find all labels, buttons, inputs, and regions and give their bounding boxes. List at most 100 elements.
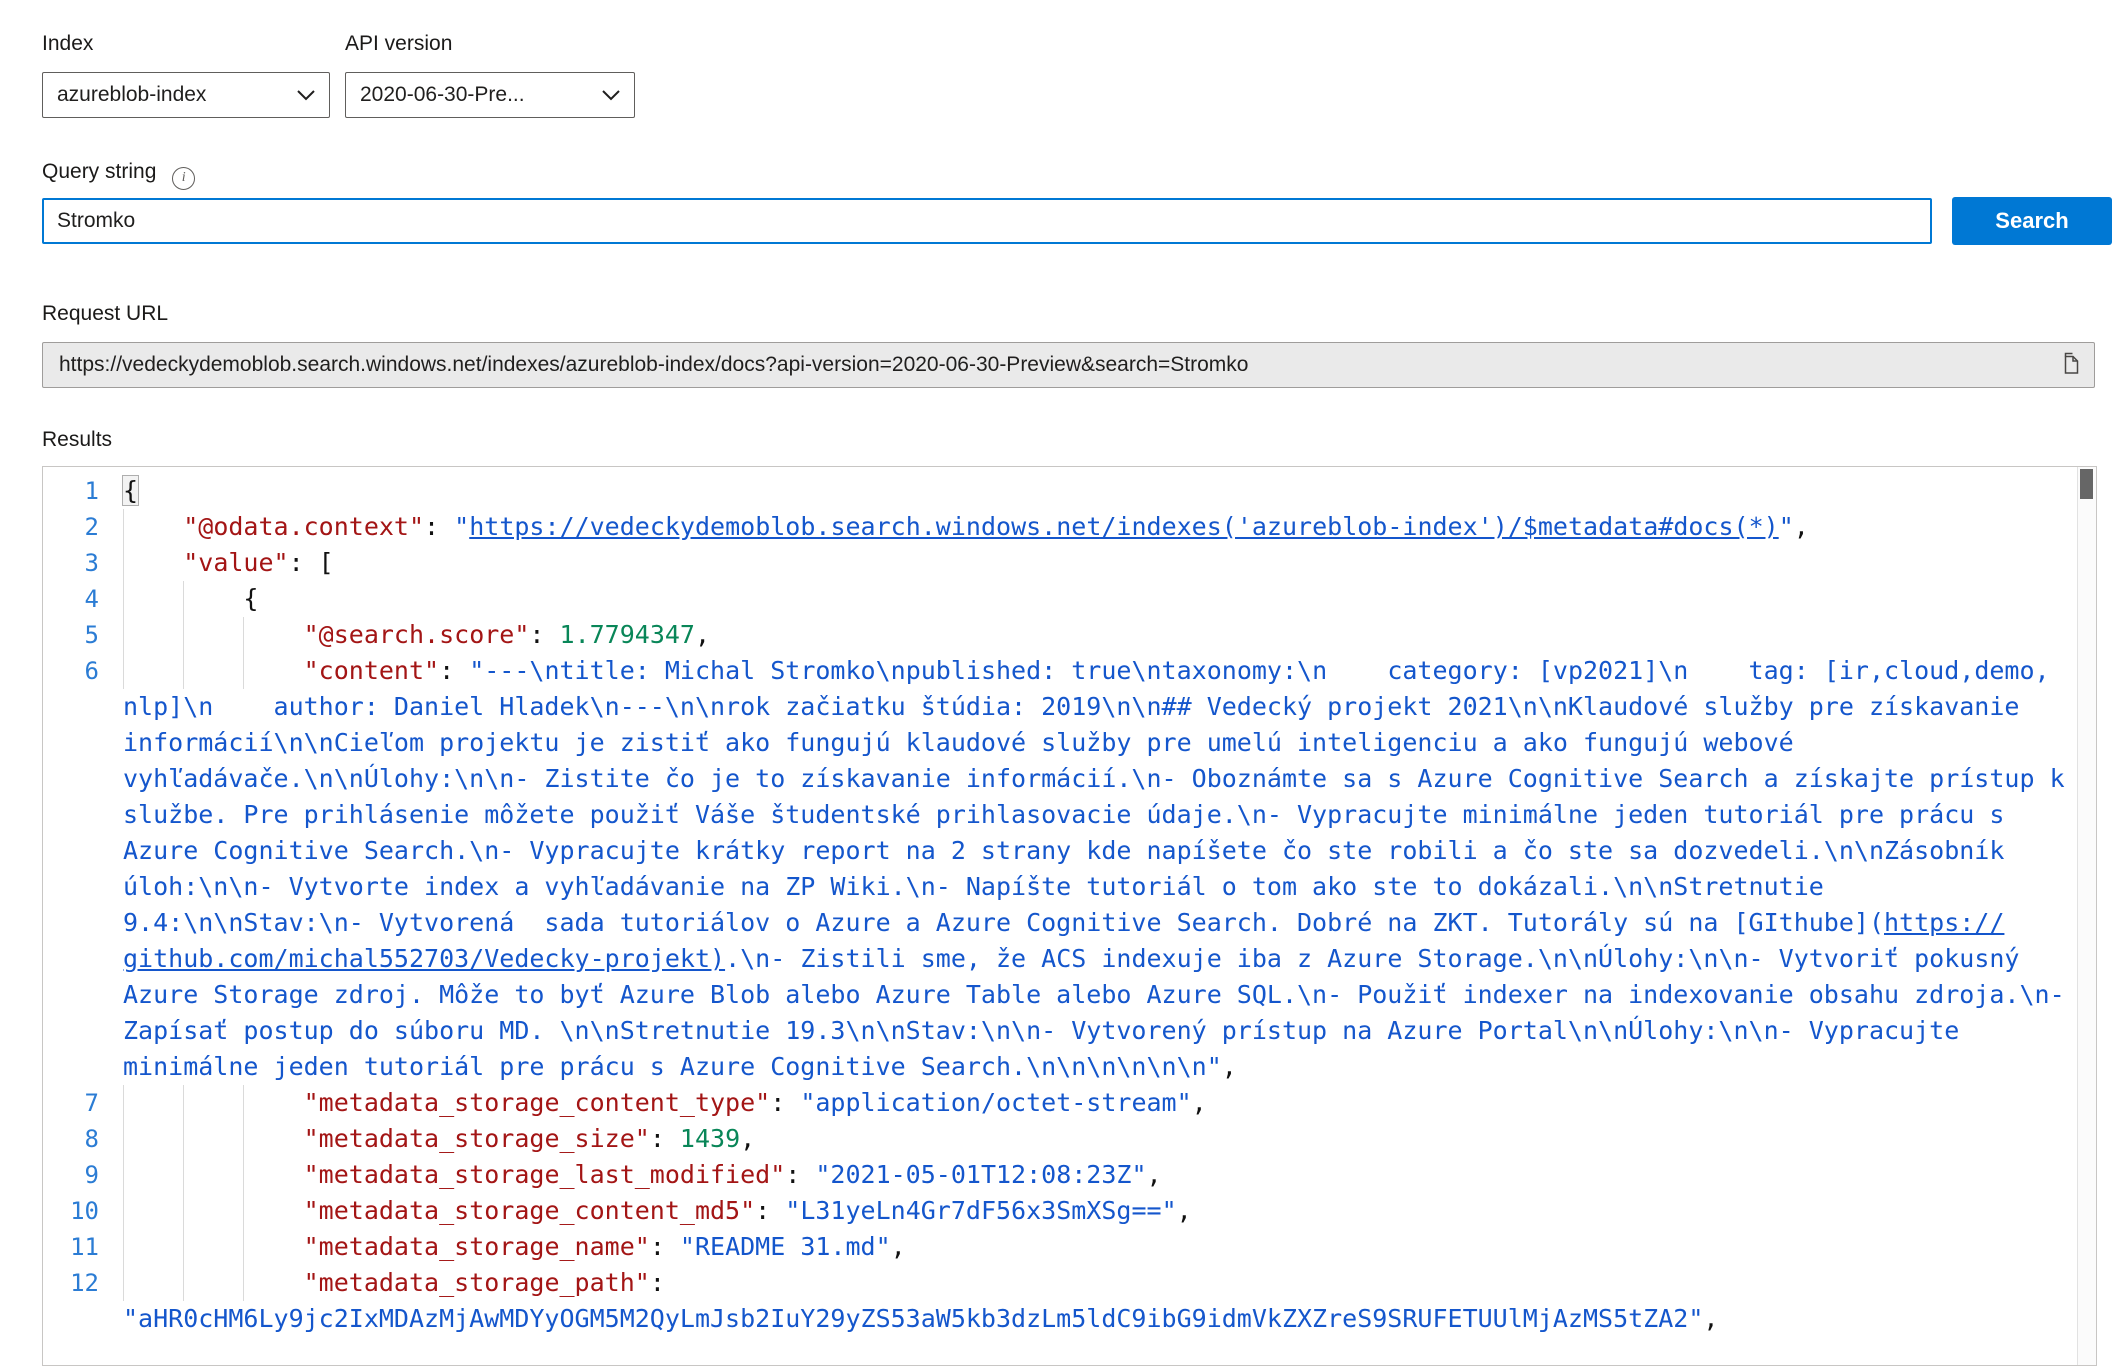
results-panel: 1{2 "@odata.context": "https://vedeckyde… (42, 466, 2097, 1366)
code-token: : (650, 1268, 680, 1297)
code-line: 1{ (43, 473, 2078, 509)
code-link[interactable]: https://vedeckydemoblob.search.windows.n… (469, 512, 1778, 541)
indent-guide (123, 1085, 124, 1121)
indent-guide (123, 653, 124, 689)
vertical-scrollbar[interactable] (2077, 467, 2096, 1365)
copy-icon (2060, 352, 2081, 380)
code-token: "metadata_storage_name" (123, 1232, 650, 1261)
code-token: , (1147, 1160, 1162, 1189)
indent-guide (243, 1085, 244, 1121)
code-token: , (1703, 1304, 1718, 1333)
code-link[interactable]: https:// (1884, 908, 2004, 937)
code-token: "content" (123, 656, 439, 685)
code-token: "---\ntitle: Michal Stromko\npublished: … (123, 656, 2080, 937)
code-line-content: "content": "---\ntitle: Michal Stromko\n… (123, 653, 2078, 1085)
search-explorer-page: { "form": { "index_label": "Index", "ind… (0, 0, 2124, 1332)
code-token: "README 31.md" (680, 1232, 891, 1261)
results-label: Results (42, 428, 112, 452)
code-line-content: "metadata_storage_content_type": "applic… (123, 1085, 2078, 1121)
code-line: 11 "metadata_storage_name": "README 31.m… (43, 1229, 2078, 1265)
code-line: 10 "metadata_storage_content_md5": "L31y… (43, 1193, 2078, 1229)
code-token: , (695, 620, 710, 649)
code-token: : (439, 656, 469, 685)
indent-guide (243, 1193, 244, 1229)
indent-guide (243, 617, 244, 653)
code-line-content: "metadata_storage_name": "README 31.md", (123, 1229, 2078, 1265)
indent-guide (123, 1193, 124, 1229)
request-url-field[interactable]: https://vedeckydemoblob.search.windows.n… (42, 342, 2095, 388)
api-version-select-value: 2020-06-30-Pre... (360, 83, 525, 107)
code-link[interactable]: github.com/michal552703/Vedecky-projekt) (123, 944, 725, 973)
copy-button[interactable] (2056, 352, 2084, 380)
code-token: : (424, 512, 454, 541)
code-token: "metadata_storage_path" (123, 1268, 650, 1297)
code-token: { (123, 584, 258, 613)
index-label: Index (42, 32, 93, 56)
indent-guide (183, 1121, 184, 1157)
indent-guide (183, 1085, 184, 1121)
code-line-content: "@odata.context": "https://vedeckydemobl… (123, 509, 2078, 545)
code-token: "metadata_storage_last_modified" (123, 1160, 785, 1189)
code-line: 4 { (43, 581, 2078, 617)
code-token: { (123, 476, 138, 505)
code-line-content: "metadata_storage_content_md5": "L31yeLn… (123, 1193, 2078, 1229)
index-select-value: azureblob-index (57, 83, 206, 107)
indent-guide (183, 1193, 184, 1229)
search-button[interactable]: Search (1952, 197, 2112, 245)
code-token: , (1794, 512, 1809, 541)
code-token: "metadata_storage_content_md5" (123, 1196, 755, 1225)
code-token: : (650, 1232, 680, 1261)
line-number: 5 (43, 617, 123, 653)
request-url-label: Request URL (42, 302, 168, 326)
line-number: 9 (43, 1157, 123, 1193)
query-string-label-text: Query string (42, 160, 156, 183)
code-line: 7 "metadata_storage_content_type": "appl… (43, 1085, 2078, 1121)
code-token: "metadata_storage_content_type" (123, 1088, 770, 1117)
indent-guide (123, 581, 124, 617)
code-line-content: "metadata_storage_last_modified": "2021-… (123, 1157, 2078, 1193)
results-code: 1{2 "@odata.context": "https://vedeckyde… (43, 473, 2078, 1337)
code-token: : (529, 620, 559, 649)
indent-guide (123, 509, 124, 545)
request-url-value: https://vedeckydemoblob.search.windows.n… (59, 353, 1248, 377)
query-string-label: Query string i (42, 160, 195, 190)
index-select[interactable]: azureblob-index (42, 72, 330, 118)
code-line: 8 "metadata_storage_size": 1439, (43, 1121, 2078, 1157)
scrollbar-thumb[interactable] (2080, 469, 2093, 499)
code-token: : (785, 1160, 815, 1189)
code-line-content: { (123, 473, 2078, 509)
indent-guide (183, 617, 184, 653)
chevron-down-icon (602, 83, 620, 107)
line-number: 2 (43, 509, 123, 545)
api-version-select[interactable]: 2020-06-30-Pre... (345, 72, 635, 118)
code-token: : (650, 1124, 680, 1153)
code-token: , (891, 1232, 906, 1261)
line-number: 7 (43, 1085, 123, 1121)
code-line: 6 "content": "---\ntitle: Michal Stromko… (43, 653, 2078, 1085)
code-token: , (1222, 1052, 1237, 1081)
code-token: 1.7794347 (560, 620, 695, 649)
code-line-content: "metadata_storage_path": "aHR0cHM6Ly9jc2… (123, 1265, 2078, 1337)
code-token: " (454, 512, 469, 541)
indent-guide (123, 545, 124, 581)
line-number: 12 (43, 1265, 123, 1337)
indent-guide (123, 1265, 124, 1301)
indent-guide (183, 581, 184, 617)
info-icon[interactable]: i (172, 167, 195, 190)
indent-guide (243, 1157, 244, 1193)
code-token: , (1192, 1088, 1207, 1117)
indent-guide (123, 1121, 124, 1157)
code-token: "L31yeLn4Gr7dF56x3SmXSg==" (785, 1196, 1176, 1225)
code-line: 2 "@odata.context": "https://vedeckydemo… (43, 509, 2078, 545)
query-string-input[interactable] (42, 198, 1932, 244)
code-token: "@odata.context" (123, 512, 424, 541)
line-number: 4 (43, 581, 123, 617)
code-token: " (1779, 512, 1794, 541)
indent-guide (243, 1265, 244, 1301)
code-line-content: { (123, 581, 2078, 617)
line-number: 1 (43, 473, 123, 509)
code-line-content: "@search.score": 1.7794347, (123, 617, 2078, 653)
line-number: 6 (43, 653, 123, 1085)
code-token: 1439 (680, 1124, 740, 1153)
indent-guide (183, 1157, 184, 1193)
